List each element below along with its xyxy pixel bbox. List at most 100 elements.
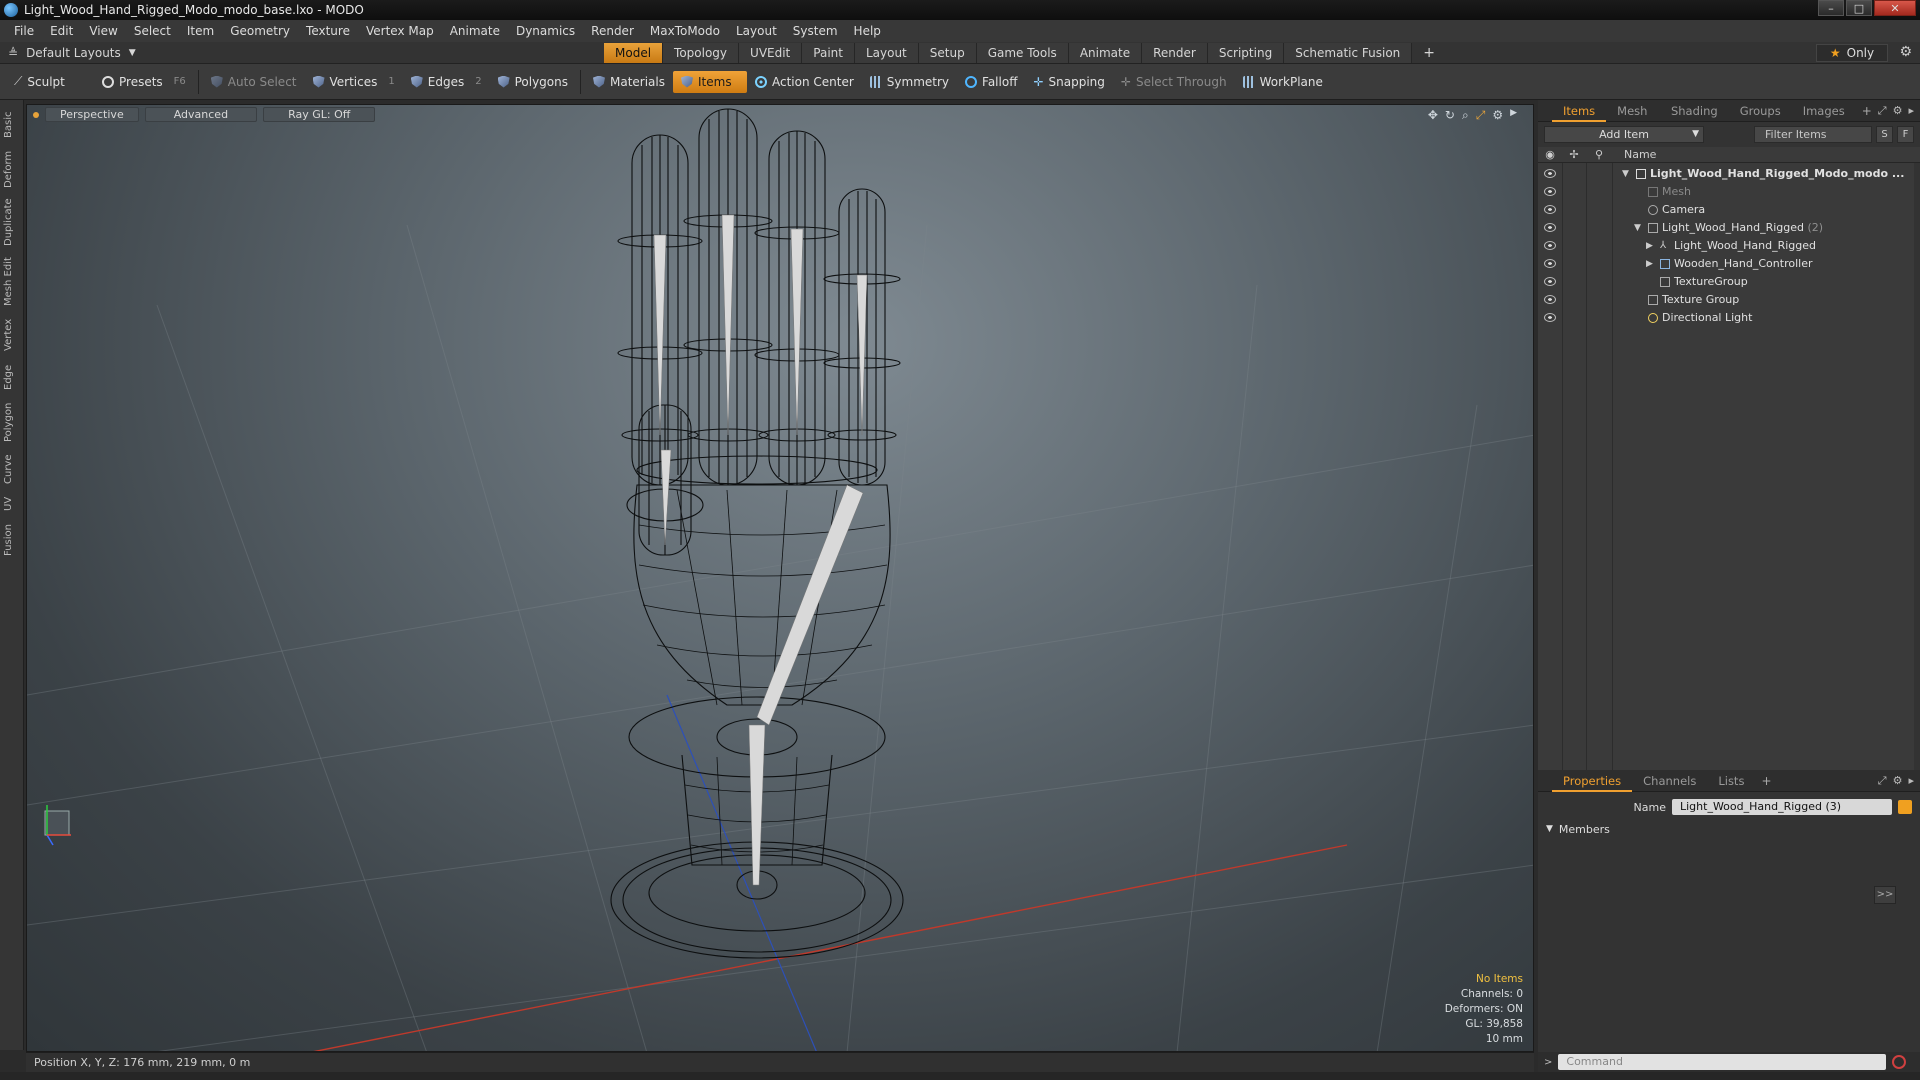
members-section[interactable]: ▼ Members [1538,820,1920,838]
viewport-options-dot[interactable] [33,112,39,118]
minimize-button[interactable]: – [1818,0,1844,16]
vertices-button[interactable]: Vertices 1 [305,71,403,93]
layout-collapse-icon[interactable]: ≜ [8,46,18,60]
vtab-basic[interactable]: Basic [3,106,21,144]
item-name-input[interactable]: Light_Wood_Hand_Rigged (3) [1672,799,1892,815]
menu-item[interactable]: Item [179,24,222,38]
menu-texture[interactable]: Texture [298,24,358,38]
menu-file[interactable]: File [6,24,42,38]
tab-channels[interactable]: Channels [1632,770,1707,792]
collapse-arrow-icon[interactable]: ▼ [1622,165,1629,183]
viewport-gear-icon[interactable]: ⚙ [1492,108,1503,123]
zoom-icon[interactable]: ⌕ [1462,108,1469,123]
expand-members-button[interactable]: >> [1874,886,1896,904]
layouts-dropdown[interactable]: ≜ Default Layouts ▼ [0,46,600,60]
menu-select[interactable]: Select [126,24,179,38]
tab-game-tools[interactable]: Game Tools [976,43,1069,63]
vtab-mesh-edit[interactable]: Mesh Edit [3,254,21,310]
tab-model[interactable]: Model [604,43,664,63]
action-center-button[interactable]: Action Center [747,71,862,93]
visibility-eye-icon[interactable] [1544,277,1556,286]
visibility-column-eye-icon[interactable]: ◉ [1538,148,1562,161]
properties-menu-icon[interactable]: ▸ [1908,774,1914,788]
polygons-button[interactable]: Polygons [490,71,576,93]
vtab-edge[interactable]: Edge [3,360,21,394]
filter-s-button[interactable]: S [1876,125,1893,143]
auto-select-button[interactable]: Auto Select [203,71,305,93]
tree-item-mesh[interactable]: Mesh [1538,183,1914,201]
menu-layout[interactable]: Layout [728,24,785,38]
materials-button[interactable]: Materials [585,71,673,93]
collapse-arrow-icon[interactable]: ▼ [1634,219,1641,237]
vtab-deform[interactable]: Deform [3,148,21,190]
tab-shading[interactable]: Shading [1660,100,1729,122]
tab-items[interactable]: Items [1552,100,1607,122]
menu-animate[interactable]: Animate [442,24,508,38]
fit-icon[interactable]: ⤢ [1476,108,1486,123]
tab-properties[interactable]: Properties [1552,770,1633,792]
collapse-arrow-icon[interactable]: ▼ [1546,824,1553,834]
tab-mesh-ops[interactable]: Mesh Ops [1606,100,1660,140]
menu-view[interactable]: View [81,24,125,38]
menu-help[interactable]: Help [846,24,889,38]
tab-layout[interactable]: Layout [854,43,919,63]
tab-paint[interactable]: Paint [802,43,855,63]
tab-render[interactable]: Render [1142,43,1208,63]
vtab-curve[interactable]: Curve [3,450,21,488]
rotate-icon[interactable]: ↻ [1445,108,1455,123]
presets-button[interactable]: Presets F6 [94,71,194,93]
render-column-icon[interactable]: ⚲ [1586,148,1612,161]
viewport-menu-arrow-icon[interactable]: ▶ [1510,108,1517,123]
items-button[interactable]: Items [673,70,747,93]
workplane-button[interactable]: WorkPlane [1235,71,1331,93]
tab-setup[interactable]: Setup [918,43,977,63]
expand-arrow-icon[interactable]: ▶ [1646,255,1653,273]
3d-viewport[interactable]: Perspective Advanced Ray GL: Off ✥ ↻ ⌕ ⤢… [26,104,1534,1052]
properties-gear-icon[interactable]: ⚙ [1893,774,1903,788]
tab-uvedit[interactable]: UVEdit [739,43,803,63]
expand-panel-icon[interactable]: ⤢ [1878,104,1887,118]
visibility-eye-icon[interactable] [1544,259,1556,268]
vtab-uv[interactable]: UV [3,492,21,516]
tree-item-texturegroup[interactable]: TextureGroup [1538,273,1914,291]
falloff-button[interactable]: Falloff [957,71,1025,93]
view-type-button[interactable]: Perspective [45,107,139,122]
menu-dynamics[interactable]: Dynamics [508,24,583,38]
sculpt-button[interactable]: ⟋ Sculpt [6,71,94,93]
menu-edit[interactable]: Edit [42,24,81,38]
expand-arrow-icon[interactable]: ▶ [1646,237,1653,255]
edges-button[interactable]: Edges 2 [403,71,490,93]
select-through-button[interactable]: ✛ Select Through [1113,71,1235,93]
tree-item-camera[interactable]: Camera [1538,201,1914,219]
only-toggle[interactable]: ★ Only [1816,44,1888,62]
expand-properties-icon[interactable]: ⤢ [1878,774,1887,788]
menu-geometry[interactable]: Geometry [222,24,298,38]
vtab-fusion[interactable]: Fusion [3,520,21,560]
close-button[interactable]: ✕ [1874,0,1916,16]
item-color-swatch[interactable] [1898,800,1912,814]
name-column-header[interactable]: Name [1612,148,1656,161]
snapping-button[interactable]: ✛ Snapping [1025,71,1112,93]
gear-icon[interactable]: ⚙ [1899,44,1912,60]
command-input[interactable]: Command [1558,1054,1887,1070]
add-tab-button[interactable]: + [1412,43,1446,63]
visibility-eye-icon[interactable] [1544,187,1556,196]
add-item-dropdown[interactable]: Add Item ▼ [1544,125,1704,143]
visibility-eye-icon[interactable] [1544,223,1556,232]
filter-f-button[interactable]: F [1897,125,1914,143]
visibility-eye-icon[interactable] [1544,205,1556,214]
vtab-duplicate[interactable]: Duplicate [3,194,21,250]
filter-items-input[interactable]: Filter Items [1754,125,1872,143]
tab-schematic-fusion[interactable]: Schematic Fusion [1284,43,1413,63]
visibility-eye-icon[interactable] [1544,241,1556,250]
panel-menu-icon[interactable]: ▸ [1908,104,1914,118]
shading-mode-button[interactable]: Advanced [144,107,258,122]
maximize-button[interactable]: □ [1846,0,1872,16]
tab-scripting[interactable]: Scripting [1207,43,1285,63]
symmetry-button[interactable]: Symmetry [862,71,957,93]
pan-icon[interactable]: ✥ [1428,108,1438,123]
add-properties-tab-button[interactable]: + [1755,774,1777,788]
tree-item-scene[interactable]: ▼ Light_Wood_Hand_Rigged_Modo_modo ... [1538,165,1914,183]
stop-icon[interactable] [1892,1055,1907,1069]
menu-system[interactable]: System [785,24,846,38]
